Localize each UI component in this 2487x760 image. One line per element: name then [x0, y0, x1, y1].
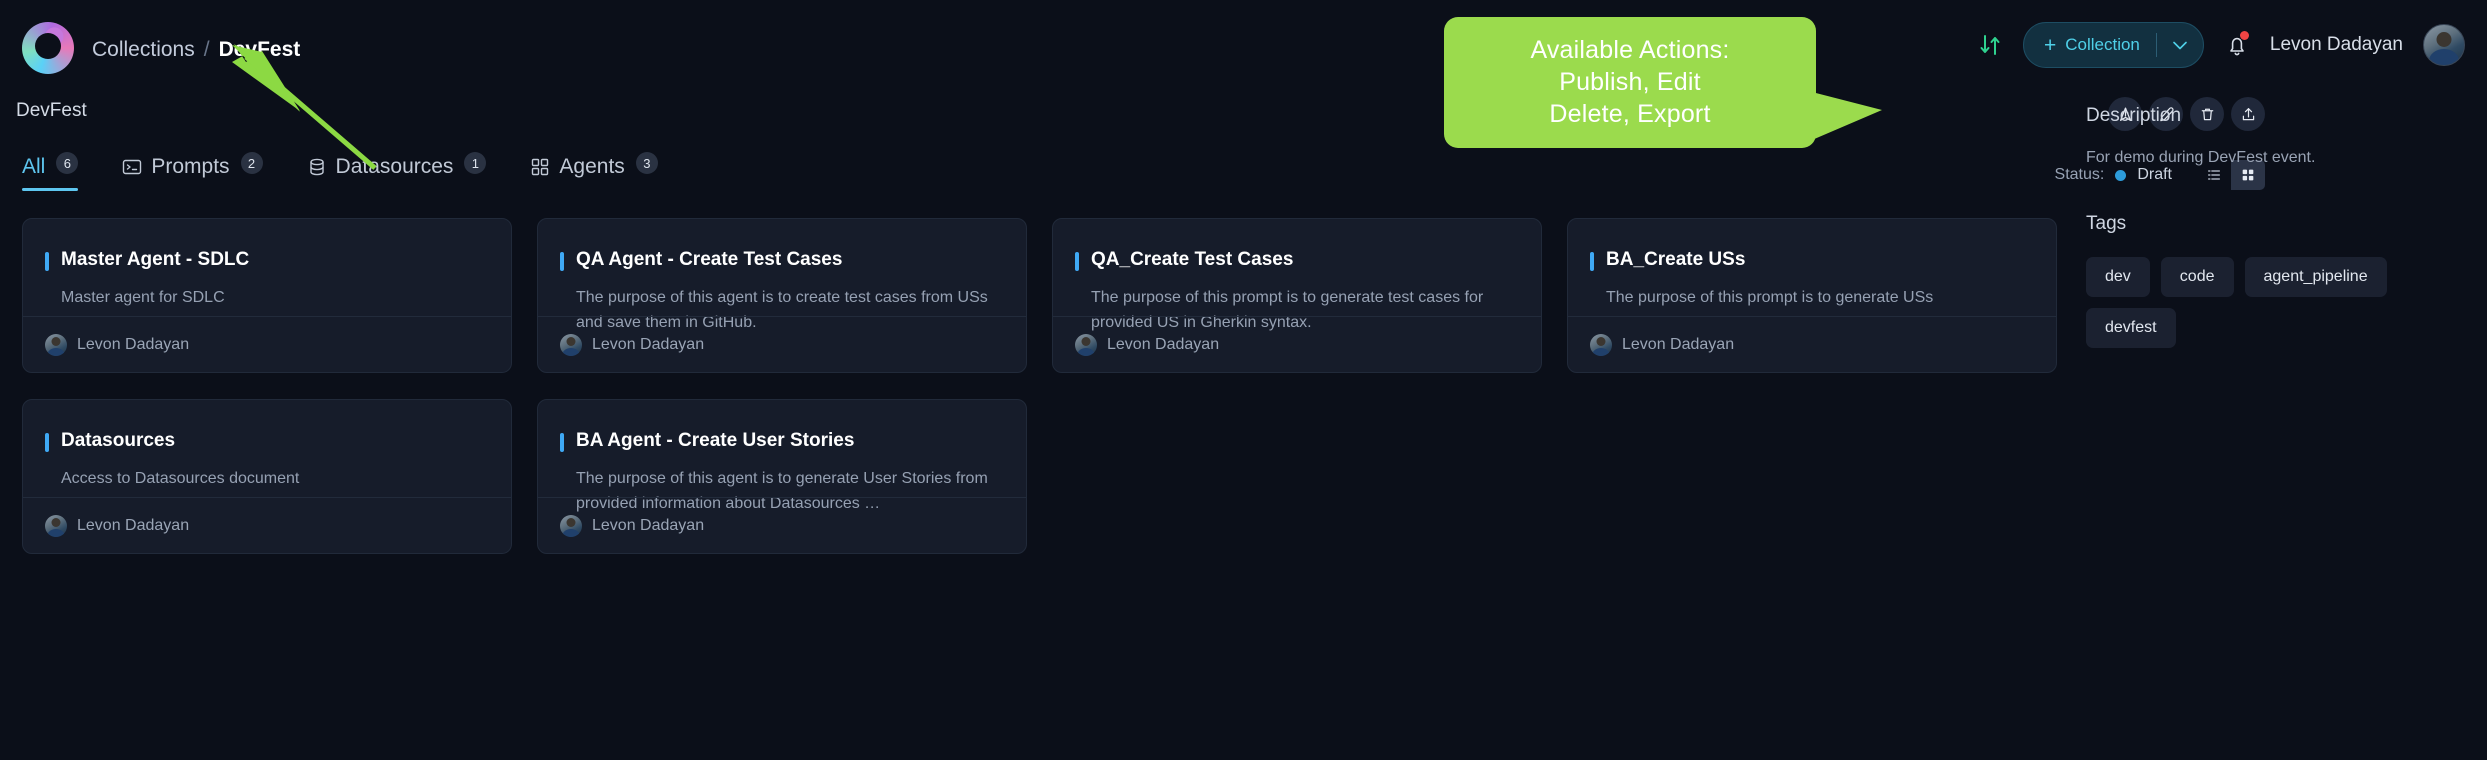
card-title: QA Agent - Create Test Cases	[576, 249, 843, 270]
tab-agents-label: Agents	[559, 154, 625, 178]
avatar	[45, 514, 67, 537]
card-author: Levon Dadayan	[1107, 335, 1220, 353]
tags-heading: Tags	[2086, 213, 2127, 234]
description-text: For demo during DevFest event.	[2086, 149, 2316, 166]
tag-list: dev code agent_pipeline devfest	[2086, 257, 2476, 348]
item-card[interactable]: Master Agent - SDLC Master agent for SDL…	[22, 218, 512, 373]
terminal-icon	[122, 157, 142, 177]
tab-all-count: 6	[56, 152, 79, 174]
callout-line-1: Available Actions:	[1530, 36, 1730, 64]
plus-icon: +	[2043, 33, 2057, 57]
card-author: Levon Dadayan	[77, 516, 190, 534]
card-accent-bar	[45, 433, 49, 452]
tab-agents[interactable]: Agents 3	[530, 152, 658, 191]
card-author: Levon Dadayan	[1622, 335, 1735, 353]
details-panel: Description For demo during DevFest even…	[2086, 105, 2476, 348]
card-description: Access to Datasources document	[61, 469, 300, 487]
avatar	[560, 514, 582, 537]
tag-chip[interactable]: dev	[2086, 257, 2150, 297]
tab-datasources-count: 1	[464, 152, 487, 174]
tab-agents-count: 3	[635, 152, 658, 174]
item-card[interactable]: QA_Create Test Cases The purpose of this…	[1052, 218, 1542, 373]
add-collection-button[interactable]: + Collection	[2022, 22, 2204, 68]
collection-title: DevFest	[16, 100, 87, 121]
card-body: Master Agent - SDLC Master agent for SDL…	[23, 219, 511, 311]
tag-chip[interactable]: agent_pipeline	[2244, 257, 2387, 297]
item-card[interactable]: BA_Create USs The purpose of this prompt…	[1567, 218, 2057, 373]
user-name-label: Levon Dadayan	[2269, 34, 2403, 55]
tab-prompts[interactable]: Prompts 2	[122, 152, 263, 191]
card-title: Datasources	[61, 430, 176, 451]
card-footer: Levon Dadayan	[23, 497, 511, 553]
card-title: BA Agent - Create User Stories	[576, 430, 855, 451]
notification-bell-icon[interactable]	[2224, 31, 2250, 59]
logo-inner-circle	[35, 33, 61, 59]
item-card[interactable]: QA Agent - Create Test Cases The purpose…	[537, 218, 1027, 373]
card-accent-bar	[1590, 252, 1594, 271]
grid-icon	[530, 157, 550, 177]
card-accent-bar	[560, 433, 564, 452]
breadcrumb-collections-link[interactable]: Collections	[92, 38, 195, 62]
breadcrumb-separator: /	[203, 38, 210, 61]
avatar[interactable]	[2423, 24, 2465, 66]
avatar	[1075, 333, 1097, 356]
card-description: The purpose of this prompt is to generat…	[1606, 288, 1934, 306]
notification-dot	[2239, 31, 2249, 40]
card-author: Levon Dadayan	[592, 516, 705, 534]
breadcrumb-current: DevFest	[218, 38, 301, 61]
card-title: QA_Create Test Cases	[1091, 249, 1294, 270]
card-description: Master agent for SDLC	[61, 288, 225, 306]
card-footer: Levon Dadayan	[538, 316, 1026, 372]
tab-all[interactable]: All 6	[22, 152, 79, 191]
item-card[interactable]: BA Agent - Create User Stories The purpo…	[537, 399, 1027, 554]
add-collection-label: Collection	[2065, 35, 2140, 54]
callout-line-3: Delete, Export	[1549, 100, 1711, 128]
description-heading: Description	[2086, 105, 2182, 126]
annotation-callout: Available Actions: Publish, Edit Delete,…	[1444, 17, 1882, 148]
card-accent-bar	[1075, 252, 1079, 271]
items-grid: Master Agent - SDLC Master agent for SDL…	[22, 218, 2057, 554]
tag-chip[interactable]: code	[2160, 257, 2234, 297]
tab-prompts-count: 2	[240, 152, 263, 174]
chevron-down-icon[interactable]	[2157, 38, 2203, 53]
card-body: Datasources Access to Datasources docume…	[23, 400, 511, 492]
card-author: Levon Dadayan	[77, 335, 190, 353]
card-accent-bar	[45, 252, 49, 271]
header-right-controls: + Collection Levon Dadayan	[1977, 22, 2465, 68]
database-icon	[307, 157, 327, 177]
callout-line-2: Publish, Edit	[1559, 68, 1701, 96]
tab-datasources[interactable]: Datasources 1	[307, 152, 487, 191]
breadcrumb: Collections / DevFest	[92, 38, 300, 62]
tag-chip[interactable]: devfest	[2086, 308, 2176, 348]
app-root: Collections / DevFest DevFest All 6 Prom…	[0, 0, 2487, 760]
card-accent-bar	[560, 252, 564, 271]
card-title: BA_Create USs	[1606, 249, 1746, 270]
card-footer: Levon Dadayan	[23, 316, 511, 372]
avatar	[45, 333, 67, 356]
card-body: BA_Create USs The purpose of this prompt…	[1568, 219, 2056, 311]
card-author: Levon Dadayan	[592, 335, 705, 353]
tab-prompts-label: Prompts	[151, 154, 230, 178]
add-collection-main[interactable]: + Collection	[2024, 23, 2156, 67]
app-logo-icon[interactable]	[22, 22, 74, 74]
card-footer: Levon Dadayan	[1568, 316, 2056, 372]
card-footer: Levon Dadayan	[1053, 316, 1541, 372]
avatar	[1590, 333, 1612, 356]
tab-all-label: All	[22, 154, 46, 178]
card-title: Master Agent - SDLC	[61, 249, 250, 270]
sort-icon[interactable]	[1977, 32, 2003, 58]
tab-bar: All 6 Prompts 2 Datasources 1 Agents 3	[22, 152, 658, 191]
avatar	[560, 333, 582, 356]
tab-datasources-label: Datasources	[335, 154, 454, 178]
card-footer: Levon Dadayan	[538, 497, 1026, 553]
item-card[interactable]: Datasources Access to Datasources docume…	[22, 399, 512, 554]
